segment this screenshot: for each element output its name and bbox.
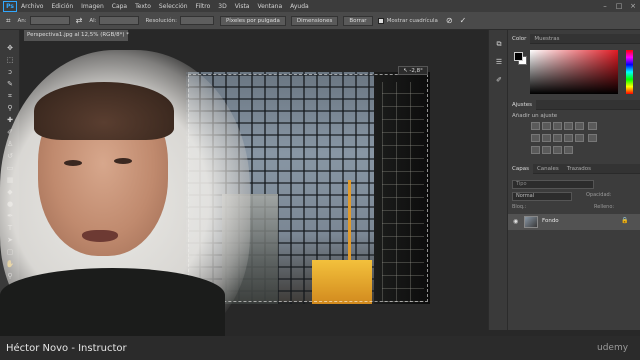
lock-label: Bloq.: bbox=[512, 204, 527, 210]
menu-texto[interactable]: Texto bbox=[135, 3, 151, 10]
height-field[interactable] bbox=[99, 16, 140, 25]
tab-paths[interactable]: Trazados bbox=[563, 166, 595, 172]
move-tool-icon[interactable]: ✥ bbox=[5, 44, 15, 53]
color-panel-tabs: Color Muestras bbox=[508, 33, 640, 44]
posterize-adjust-icon[interactable] bbox=[531, 146, 540, 154]
fill-label: Relleno: bbox=[594, 204, 615, 210]
lasso-tool-icon[interactable]: ↄ bbox=[5, 68, 15, 77]
caption-bar: Héctor Novo - Instructor udemy bbox=[0, 336, 640, 360]
crop-tool-icon[interactable]: ⌗ bbox=[6, 16, 11, 26]
visibility-eye-icon[interactable]: ◉ bbox=[513, 218, 518, 225]
layer-thumbnail bbox=[524, 216, 538, 228]
options-bar: ⌗ An: ⇄ Al: Resolución: Píxeles por pulg… bbox=[0, 12, 640, 30]
show-grid-checkbox[interactable] bbox=[377, 17, 384, 24]
width-label: An: bbox=[17, 17, 27, 24]
brush-panel-icon[interactable]: ✐ bbox=[494, 76, 504, 84]
cancel-icon[interactable]: ⊘ bbox=[446, 16, 453, 25]
panels-dock: Color Muestras Ajustes Añadir un ajuste … bbox=[508, 30, 640, 330]
document-tab[interactable]: Perspectiva1.jpg al 12,5% (RGB/8*) * bbox=[24, 30, 129, 41]
photo-filter-adjust-icon[interactable] bbox=[553, 134, 562, 142]
exposure-adjust-icon[interactable] bbox=[564, 122, 573, 130]
opacity-label: Opacidad: bbox=[586, 192, 612, 198]
tab-swatches[interactable]: Muestras bbox=[530, 36, 563, 42]
resolution-label: Resolución: bbox=[145, 17, 177, 24]
menu-archivo[interactable]: Archivo bbox=[21, 3, 43, 10]
commit-check-icon[interactable]: ✓ bbox=[460, 16, 467, 25]
window-controls: – □ × bbox=[598, 2, 640, 10]
menu-3d[interactable]: 3D bbox=[218, 3, 226, 10]
menu-seleccion[interactable]: Selección bbox=[159, 3, 188, 10]
instructor-eye-right bbox=[114, 158, 132, 164]
tab-adjustments[interactable]: Ajustes bbox=[508, 99, 537, 110]
layer-row[interactable]: ◉ Fondo 🔒 bbox=[508, 214, 640, 230]
history-panel-icon[interactable]: ⧉ bbox=[494, 40, 504, 49]
gradient-map-adjust-icon[interactable] bbox=[553, 146, 562, 154]
layer-name[interactable]: Fondo bbox=[542, 218, 559, 224]
hue-slider[interactable] bbox=[626, 50, 633, 94]
instructor-shirt bbox=[0, 268, 225, 336]
resolution-field[interactable] bbox=[179, 16, 214, 25]
menu-filtro[interactable]: Filtro bbox=[196, 3, 211, 10]
adjustment-icons bbox=[530, 121, 600, 157]
adjustments-panel-tabs: Ajustes bbox=[508, 99, 640, 110]
eyedropper-tool-icon[interactable]: ⚲ bbox=[5, 104, 15, 113]
properties-panel-icon[interactable]: ☰ bbox=[494, 58, 504, 66]
adjustments-title: Añadir un ajuste bbox=[512, 113, 558, 119]
selective-color-adjust-icon[interactable] bbox=[564, 146, 573, 154]
dimensions-button[interactable]: Dimensiones bbox=[290, 15, 339, 26]
menu-ventana[interactable]: Ventana bbox=[257, 3, 282, 10]
maximize-button[interactable]: □ bbox=[612, 2, 626, 10]
brightness-adjust-icon[interactable] bbox=[531, 122, 540, 130]
show-grid-label: Mostrar cuadrícula bbox=[386, 17, 438, 24]
instructor-eye-left bbox=[64, 160, 82, 166]
swap-dimensions-icon[interactable]: ⇄ bbox=[76, 16, 83, 25]
instructor-hair bbox=[34, 82, 174, 140]
menu-bar: Ps Archivo Edición Imagen Capa Texto Sel… bbox=[0, 0, 640, 12]
crop-tool-icon[interactable]: ⌗ bbox=[5, 92, 15, 101]
tab-layers[interactable]: Capas bbox=[508, 163, 533, 174]
blend-mode-select[interactable]: Normal bbox=[512, 192, 572, 201]
minimize-button[interactable]: – bbox=[598, 2, 612, 10]
balance-adjust-icon[interactable] bbox=[531, 134, 540, 142]
tab-color[interactable]: Color bbox=[508, 33, 531, 44]
clear-button[interactable]: Borrar bbox=[343, 15, 373, 26]
width-field[interactable] bbox=[29, 16, 70, 25]
channel-mixer-adjust-icon[interactable] bbox=[564, 134, 573, 142]
instructor-caption: Héctor Novo - Instructor bbox=[6, 343, 127, 354]
panel-icon-strip: ⧉ ☰ ✐ bbox=[488, 30, 508, 330]
photoshop-logo: Ps bbox=[3, 0, 17, 12]
height-label: Al: bbox=[89, 17, 97, 24]
angle-badge: ↖ -2,8° bbox=[398, 66, 428, 75]
layer-lock-icon: 🔒 bbox=[621, 217, 629, 224]
menu-capa[interactable]: Capa bbox=[112, 3, 127, 10]
vibrance-adjust-icon[interactable] bbox=[575, 122, 584, 130]
hue-adjust-icon[interactable] bbox=[587, 122, 597, 130]
menu-imagen[interactable]: Imagen bbox=[81, 3, 104, 10]
curves-adjust-icon[interactable] bbox=[553, 122, 562, 130]
close-button[interactable]: × bbox=[626, 2, 640, 10]
quick-select-tool-icon[interactable]: ✎ bbox=[5, 80, 15, 89]
bw-adjust-icon[interactable] bbox=[542, 134, 551, 142]
udemy-logo: udemy bbox=[597, 343, 629, 353]
tab-channels[interactable]: Canales bbox=[533, 166, 563, 172]
threshold-adjust-icon[interactable] bbox=[542, 146, 551, 154]
menu-edicion[interactable]: Edición bbox=[51, 3, 73, 10]
levels-adjust-icon[interactable] bbox=[542, 122, 551, 130]
menu-vista[interactable]: Vista bbox=[235, 3, 250, 10]
color-lookup-adjust-icon[interactable] bbox=[575, 134, 584, 142]
color-picker-field[interactable] bbox=[530, 50, 618, 94]
instructor-mouth bbox=[82, 230, 118, 242]
invert-adjust-icon[interactable] bbox=[587, 134, 597, 142]
foreground-color-swatch[interactable] bbox=[514, 52, 523, 61]
menu-ayuda[interactable]: Ayuda bbox=[290, 3, 309, 10]
marquee-tool-icon[interactable]: ⬚ bbox=[5, 56, 15, 65]
resolution-unit-select[interactable]: Píxeles por pulgada bbox=[219, 15, 286, 26]
layers-panel-tabs: Capas Canales Trazados bbox=[508, 163, 640, 174]
layers-filter-select[interactable]: Tipo bbox=[512, 180, 594, 189]
